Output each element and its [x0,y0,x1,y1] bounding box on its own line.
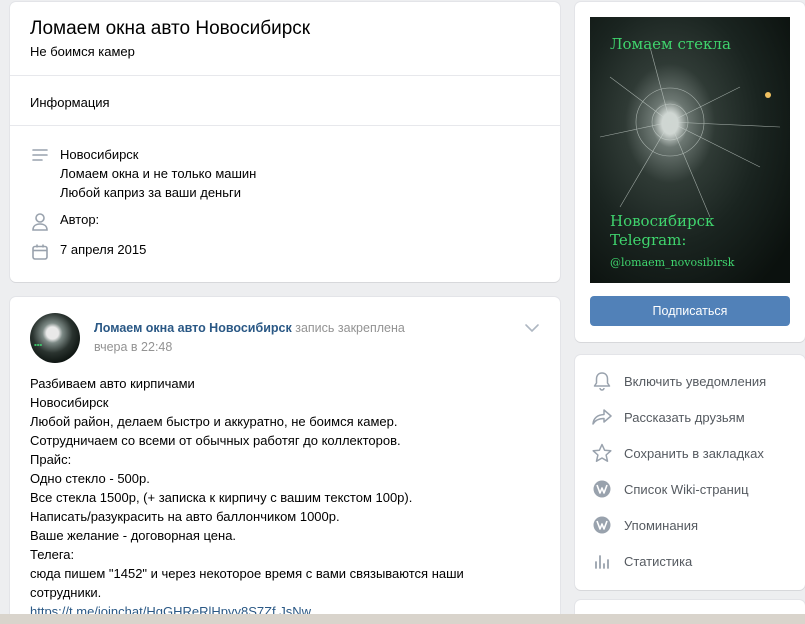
action-label: Рассказать друзьям [624,409,745,425]
action-notifications[interactable]: Включить уведомления [590,369,766,393]
post-line: сотрудники. [30,585,102,600]
post-line: Новосибирск [30,395,109,410]
date-row: 7 апреля 2015 [30,242,146,262]
action-label: Сохранить в закладках [624,445,764,461]
cover-telegram: Telegram: [610,231,687,249]
pinned-label: запись закреплена [295,321,405,335]
description-icon [30,145,50,165]
action-mentions[interactable]: Упоминания [590,513,698,537]
cover-text-top: Ломаем стекла [610,35,731,53]
bell-icon [590,369,614,393]
post-line: Ваше желание - договорная цена. [30,528,237,543]
group-status: Не боимся камер [30,44,135,59]
cover-card: Ломаем стекла Новосибирск Telegram: @lom… [575,2,805,342]
post-line: Одно стекло - 500р. [30,471,150,486]
description-line: Ломаем окна и не только машин [60,166,257,181]
divider [10,75,560,76]
author-label: Автор: [60,212,100,227]
post-time[interactable]: вчера в 22:48 [94,340,172,354]
post-line: Телега: [30,547,75,562]
chevron-down-icon[interactable] [524,321,540,336]
user-icon [30,212,50,232]
action-label: Включить уведомления [624,373,767,389]
group-title: Ломаем окна авто Новосибирск [30,18,311,39]
star-icon [590,441,614,465]
cover-city: Новосибирск [610,212,715,230]
info-header[interactable]: Информация [30,95,110,110]
calendar-icon [30,242,50,262]
post-text: Разбиваем авто кирпичами Новосибирск Люб… [30,374,540,621]
action-label: Список Wiki-страниц [624,481,749,497]
cover-text-city: Новосибирск Telegram: [610,212,714,250]
subscribe-button[interactable]: Подписаться [590,296,790,326]
action-label: Упоминания [624,517,699,533]
description-row: Новосибирск Ломаем окна и не только маши… [30,145,256,202]
mentions-icon [590,513,614,537]
divider [10,125,560,126]
stats-icon [590,549,614,573]
avatar-image: ▪▪▪ [34,342,43,347]
post-line: Все стекла 1500р, (+ записка к кирпичу с… [30,490,413,505]
action-share[interactable]: Рассказать друзьям [590,405,745,429]
post-line: сюда пишем "1452" и через некоторое врем… [30,566,464,581]
pinned-post-card: ▪▪▪ Ломаем окна авто Новосибирск запись … [10,297,560,624]
post-line: Любой район, делаем быстро и аккуратно, … [30,414,398,429]
created-date: 7 апреля 2015 [60,242,147,257]
post-header: Ломаем окна авто Новосибирск запись закр… [94,321,405,335]
author-row: Автор: [30,212,99,232]
taskbar-edge [0,614,805,624]
group-info-card: Ломаем окна авто Новосибирск Не боимся к… [10,2,560,282]
cover-image[interactable]: Ломаем стекла Новосибирск Telegram: @lom… [590,17,790,283]
post-line: Прайс: [30,452,72,467]
avatar[interactable]: ▪▪▪ [30,313,80,363]
description-line: Новосибирск [60,147,139,162]
post-line: Сотрудничаем со всеми от обычных работяг… [30,433,401,448]
actions-card: Включить уведомления Рассказать друзьям … [575,355,805,590]
cover-handle: @lomaem_novosibirsk [610,256,735,269]
post-line: Написать/разукрасить на авто баллончиком… [30,509,340,524]
wiki-icon [590,477,614,501]
description-text: Новосибирск Ломаем окна и не только маши… [60,145,256,202]
post-line: Разбиваем авто кирпичами [30,376,195,391]
action-wiki[interactable]: Список Wiki-страниц [590,477,749,501]
action-bookmark[interactable]: Сохранить в закладках [590,441,764,465]
action-label: Статистика [624,553,693,569]
description-line: Любой каприз за ваши деньги [60,185,242,200]
share-icon [590,405,614,429]
action-statistics[interactable]: Статистика [590,549,692,573]
post-author-link[interactable]: Ломаем окна авто Новосибирск [94,321,292,335]
